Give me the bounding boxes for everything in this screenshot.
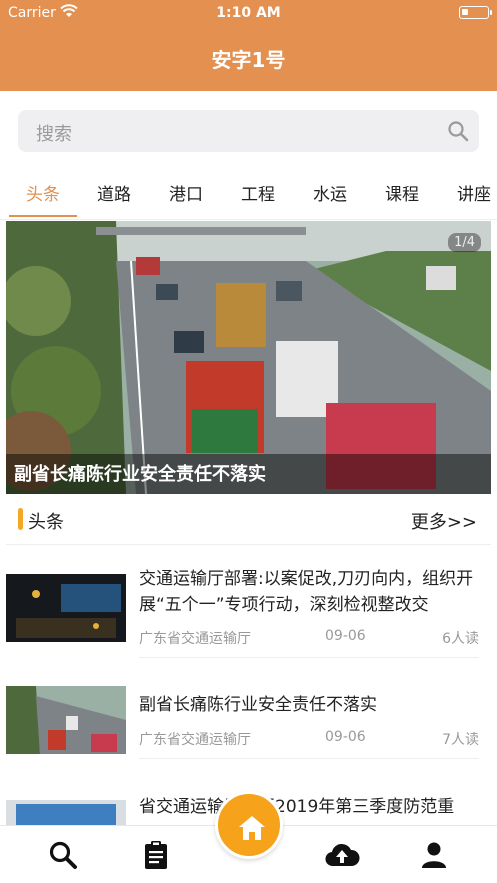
section-divider bbox=[6, 544, 491, 545]
banner-carousel[interactable]: 1/4 副省长痛陈行业安全责任不落实 bbox=[6, 221, 491, 494]
news-date: 09-06 bbox=[325, 628, 366, 644]
search-icon[interactable] bbox=[48, 840, 78, 870]
news-thumbnail bbox=[6, 800, 126, 825]
app-screen: Carrier 1:10 AM 安字1号 搜索 头条 道路 港口 工程 水运 课… bbox=[0, 0, 497, 883]
tab-road[interactable]: 道路 bbox=[97, 180, 131, 205]
home-button[interactable] bbox=[215, 791, 283, 859]
status-time: 1:10 AM bbox=[216, 5, 281, 21]
page-title: 安字1号 bbox=[211, 48, 286, 72]
news-title: 省交通运输厅召开2019年第三季度防范重 bbox=[139, 797, 455, 817]
search-placeholder: 搜索 bbox=[36, 124, 72, 145]
news-date: 09-06 bbox=[325, 729, 366, 745]
tab-port[interactable]: 港口 bbox=[169, 180, 203, 205]
news-thumbnail bbox=[6, 574, 126, 642]
banner-caption[interactable]: 副省长痛陈行业安全责任不落实 bbox=[14, 460, 266, 486]
cloud-upload-icon[interactable] bbox=[324, 840, 360, 870]
tabs-divider bbox=[0, 219, 497, 220]
news-read-count: 7人读 bbox=[442, 732, 479, 748]
item-divider bbox=[139, 758, 479, 759]
list-item[interactable]: 副省长痛陈行业安全责任不落实 广东省交通运输厅 09-06 7人读 bbox=[0, 672, 497, 760]
battery-icon bbox=[459, 6, 492, 19]
more-link[interactable]: 更多>> bbox=[411, 508, 477, 534]
news-thumbnail bbox=[6, 686, 126, 754]
tab-water-transport[interactable]: 水运 bbox=[313, 180, 347, 205]
tab-headlines[interactable]: 头条 bbox=[26, 180, 60, 205]
news-source: 广东省交通运输厅 bbox=[139, 732, 251, 748]
news-read-count: 6人读 bbox=[442, 631, 479, 647]
carousel-counter: 1/4 bbox=[448, 233, 481, 252]
tab-lectures[interactable]: 讲座 bbox=[457, 180, 491, 205]
item-divider bbox=[139, 657, 479, 658]
section-header: 头条 更多>> bbox=[0, 500, 497, 544]
active-tab-indicator bbox=[9, 215, 77, 217]
category-tabs: 头条 道路 港口 工程 水运 课程 讲座 bbox=[0, 170, 497, 218]
tab-courses[interactable]: 课程 bbox=[385, 180, 419, 205]
clipboard-icon[interactable] bbox=[141, 840, 171, 870]
search-input[interactable]: 搜索 bbox=[18, 110, 479, 152]
list-item[interactable]: 交通运输厅部署:以案促改,刀刃向内，组织开展“五个一”专项行动，深刻检视整改交 … bbox=[0, 560, 497, 660]
home-icon bbox=[239, 816, 265, 840]
news-source: 广东省交通运输厅 bbox=[139, 631, 251, 647]
search-icon[interactable] bbox=[447, 120, 469, 142]
person-icon[interactable] bbox=[419, 840, 449, 870]
section-title: 头条 bbox=[28, 512, 64, 533]
status-bar: Carrier 1:10 AM bbox=[0, 0, 497, 28]
header: Carrier 1:10 AM 安字1号 bbox=[0, 0, 497, 91]
tab-engineering[interactable]: 工程 bbox=[241, 180, 275, 205]
section-accent-bar bbox=[18, 508, 23, 530]
news-title: 副省长痛陈行业安全责任不落实 bbox=[139, 695, 377, 715]
news-title: 交通运输厅部署:以案促改,刀刃向内，组织开展“五个一”专项行动，深刻检视整改交 bbox=[139, 569, 474, 615]
